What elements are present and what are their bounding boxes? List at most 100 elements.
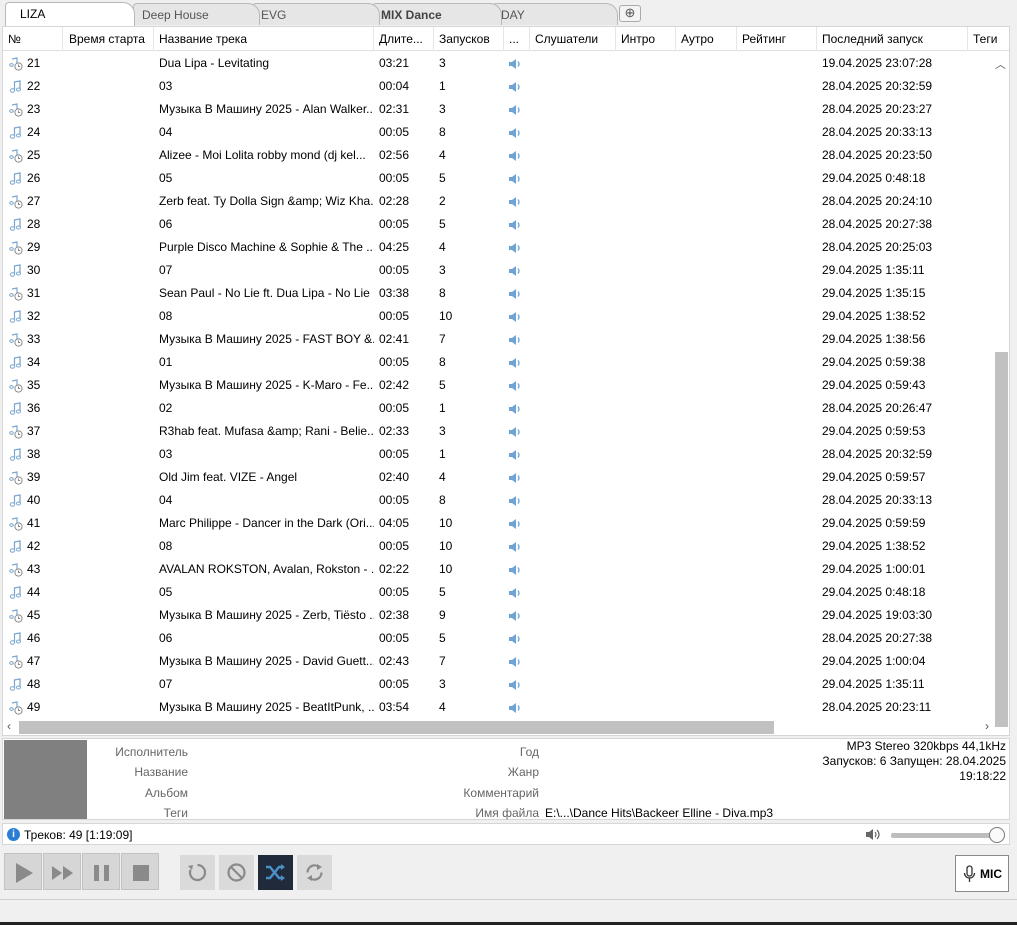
scroll-right-icon[interactable]: ›: [985, 719, 989, 733]
shuffle-button[interactable]: [258, 855, 293, 890]
table-row[interactable]: 29 Purple Disco Machine & Sophie & The ..…: [3, 236, 993, 259]
speaker-icon[interactable]: [508, 334, 522, 346]
repeat-button[interactable]: [180, 855, 215, 890]
mic-button[interactable]: MIC: [955, 855, 1009, 892]
speaker-icon[interactable]: [508, 58, 522, 70]
horizontal-scrollbar[interactable]: ‹ ›: [3, 718, 993, 735]
table-row[interactable]: 27 Zerb feat. Ty Dolla Sign &amp; Wiz Kha…: [3, 190, 993, 213]
table-row[interactable]: 33 Музыка В Машину 2025 - FAST BOY &... 02…: [3, 328, 993, 351]
tab-mix-dance[interactable]: MIX Dance: [372, 3, 502, 25]
pause-button[interactable]: [82, 853, 120, 890]
speaker-icon[interactable]: [508, 127, 522, 139]
tab-evg[interactable]: EVG: [252, 3, 380, 25]
album-label: Альбом: [144, 786, 188, 800]
speaker-icon[interactable]: [508, 380, 522, 392]
table-row[interactable]: 42 08 00:05 10 29.04.2025 1:38:52: [3, 535, 993, 558]
loop-button[interactable]: [297, 855, 332, 890]
table-row[interactable]: 38 03 00:05 1 28.04.2025 20:32:59: [3, 443, 993, 466]
speaker-icon[interactable]: [508, 610, 522, 622]
col-listeners[interactable]: Слушатели: [530, 27, 616, 51]
speaker-icon[interactable]: [508, 426, 522, 438]
speaker-icon[interactable]: [508, 242, 522, 254]
col-start-time[interactable]: Время старта: [64, 27, 154, 51]
table-row[interactable]: 25 Alizee - Moi Lolita robby mond (dj kel…: [3, 144, 993, 167]
vertical-scroll-thumb[interactable]: [995, 352, 1008, 727]
speaker-icon[interactable]: [508, 702, 522, 714]
table-row[interactable]: 49 Музыка В Машину 2025 - BeatItPunk, ...…: [3, 696, 993, 719]
table-row[interactable]: 40 04 00:05 8 28.04.2025 20:33:13: [3, 489, 993, 512]
col-duration[interactable]: Длите...: [374, 27, 434, 51]
speaker-icon[interactable]: [508, 219, 522, 231]
table-row[interactable]: 48 07 00:05 3 29.04.2025 1:35:11: [3, 673, 993, 696]
vertical-scrollbar[interactable]: ︿: [992, 52, 1009, 727]
speaker-icon[interactable]: [508, 587, 522, 599]
speaker-icon[interactable]: [508, 357, 522, 369]
table-row[interactable]: 41 Marc Philippe - Dancer in the Dark (Or…: [3, 512, 993, 535]
col-rating[interactable]: Рейтинг: [737, 27, 817, 51]
table-row[interactable]: 37 R3hab feat. Mufasa &amp; Rani - Belie.…: [3, 420, 993, 443]
stop-button[interactable]: [121, 853, 159, 890]
table-row[interactable]: 23 Музыка В Машину 2025 - Alan Walker... 0…: [3, 98, 993, 121]
table-row[interactable]: 22 03 00:04 1 28.04.2025 20:32:59: [3, 75, 993, 98]
table-row[interactable]: 35 Музыка В Машину 2025 - K-Maro - Fe... 0…: [3, 374, 993, 397]
table-row[interactable]: 30 07 00:05 3 29.04.2025 1:35:11: [3, 259, 993, 282]
col-number[interactable]: №: [3, 27, 63, 51]
speaker-icon[interactable]: [508, 472, 522, 484]
col-outro[interactable]: Аутро: [676, 27, 737, 51]
speaker-icon[interactable]: [865, 828, 881, 844]
speaker-icon[interactable]: [508, 150, 522, 162]
next-button[interactable]: [43, 853, 81, 890]
speaker-icon[interactable]: [508, 449, 522, 461]
col-track-title[interactable]: Название трека: [154, 27, 374, 51]
play-button[interactable]: [4, 853, 42, 890]
start-time: [64, 144, 154, 167]
table-row[interactable]: 46 06 00:05 5 28.04.2025 20:27:38: [3, 627, 993, 650]
track-number: 37: [27, 424, 41, 438]
tab-liza[interactable]: LIZA: [5, 2, 135, 26]
col-tags[interactable]: Теги: [968, 27, 1009, 51]
table-row[interactable]: 26 05 00:05 5 29.04.2025 0:48:18: [3, 167, 993, 190]
table-row[interactable]: 28 06 00:05 5 28.04.2025 20:27:38: [3, 213, 993, 236]
speaker-icon[interactable]: [508, 564, 522, 576]
tab-deep-house[interactable]: Deep House: [133, 3, 260, 25]
speaker-icon[interactable]: [508, 495, 522, 507]
col-more[interactable]: ...: [504, 27, 530, 51]
table-row[interactable]: 21 Dua Lipa - Levitating 03:21 3 19.04.2025 …: [3, 52, 993, 75]
scroll-up-icon[interactable]: ︿: [995, 56, 1006, 72]
speaker-icon[interactable]: [508, 265, 522, 277]
scroll-left-icon[interactable]: ‹: [7, 719, 11, 733]
horizontal-scroll-thumb[interactable]: [19, 721, 774, 734]
speaker-icon[interactable]: [508, 679, 522, 691]
speaker-icon[interactable]: [508, 633, 522, 645]
play-count: 4: [439, 470, 446, 484]
speaker-icon[interactable]: [508, 403, 522, 415]
volume-knob[interactable]: [989, 827, 1006, 843]
speaker-icon[interactable]: [508, 81, 522, 93]
col-intro[interactable]: Интро: [616, 27, 676, 51]
add-tab-button[interactable]: ⊕: [619, 5, 641, 22]
speaker-icon[interactable]: [508, 104, 522, 116]
speaker-icon[interactable]: [508, 311, 522, 323]
col-last-played[interactable]: Последний запуск: [817, 27, 968, 51]
speaker-icon[interactable]: [508, 196, 522, 208]
repeat-icon: [188, 863, 207, 882]
speaker-icon[interactable]: [508, 656, 522, 668]
table-row[interactable]: 24 04 00:05 8 28.04.2025 20:33:13: [3, 121, 993, 144]
col-plays[interactable]: Запусков: [434, 27, 504, 51]
speaker-icon[interactable]: [508, 288, 522, 300]
table-row[interactable]: 34 01 00:05 8 29.04.2025 0:59:38: [3, 351, 993, 374]
speaker-icon[interactable]: [508, 173, 522, 185]
volume-slider[interactable]: [891, 833, 1003, 838]
table-row[interactable]: 43 AVALAN ROKSTON, Avalan, Rokston - ... 0…: [3, 558, 993, 581]
table-row[interactable]: 39 Old Jim feat. VIZE - Angel 02:40 4 29.04.…: [3, 466, 993, 489]
speaker-icon[interactable]: [508, 518, 522, 530]
table-row[interactable]: 31 Sean Paul - No Lie ft. Dua Lipa - No L…: [3, 282, 993, 305]
table-row[interactable]: 47 Музыка В Машину 2025 - David Guett... 0…: [3, 650, 993, 673]
table-row[interactable]: 32 08 00:05 10 29.04.2025 1:38:52: [3, 305, 993, 328]
table-row[interactable]: 36 02 00:05 1 28.04.2025 20:26:47: [3, 397, 993, 420]
table-row[interactable]: 45 Музыка В Машину 2025 - Zerb, Tiësto ..…: [3, 604, 993, 627]
table-row[interactable]: 44 05 00:05 5 29.04.2025 0:48:18: [3, 581, 993, 604]
disable-button[interactable]: [219, 855, 254, 890]
tab-day[interactable]: DAY: [492, 3, 618, 25]
speaker-icon[interactable]: [508, 541, 522, 553]
